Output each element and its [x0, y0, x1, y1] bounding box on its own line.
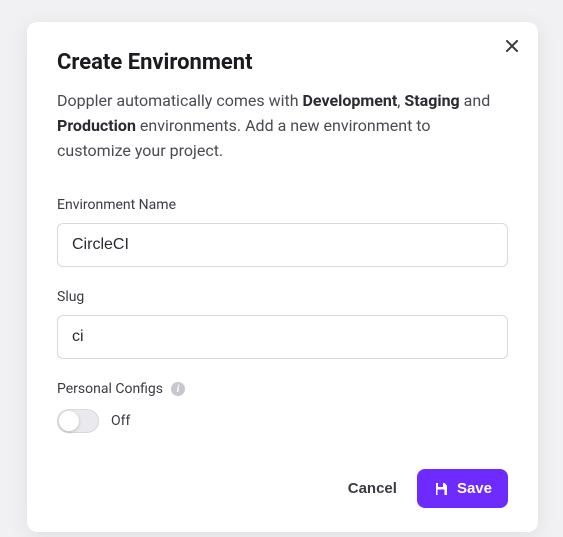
env-name-label: Environment Name — [57, 197, 508, 213]
personal-configs-toggle-row: Off — [57, 409, 508, 433]
personal-configs-toggle[interactable] — [57, 409, 99, 433]
save-button[interactable]: Save — [417, 469, 508, 508]
personal-configs-label: Personal Configs — [57, 381, 163, 397]
save-icon — [433, 481, 449, 497]
env-name-group: Environment Name — [57, 197, 508, 267]
modal-title: Create Environment — [57, 50, 508, 75]
slug-group: Slug — [57, 289, 508, 359]
toggle-knob — [59, 411, 79, 431]
close-icon — [506, 39, 518, 57]
save-button-label: Save — [457, 480, 492, 497]
close-button[interactable] — [500, 36, 524, 60]
create-environment-modal: Create Environment Doppler automatically… — [27, 22, 538, 532]
personal-configs-state: Off — [111, 413, 130, 429]
personal-configs-label-row: Personal Configs i — [57, 381, 508, 397]
slug-label: Slug — [57, 289, 508, 305]
info-icon[interactable]: i — [171, 382, 185, 396]
modal-description: Doppler automatically comes with Develop… — [57, 89, 508, 163]
modal-actions: Cancel Save — [57, 469, 508, 508]
env-name-input[interactable] — [57, 223, 508, 267]
slug-input[interactable] — [57, 315, 508, 359]
cancel-button[interactable]: Cancel — [348, 480, 397, 497]
